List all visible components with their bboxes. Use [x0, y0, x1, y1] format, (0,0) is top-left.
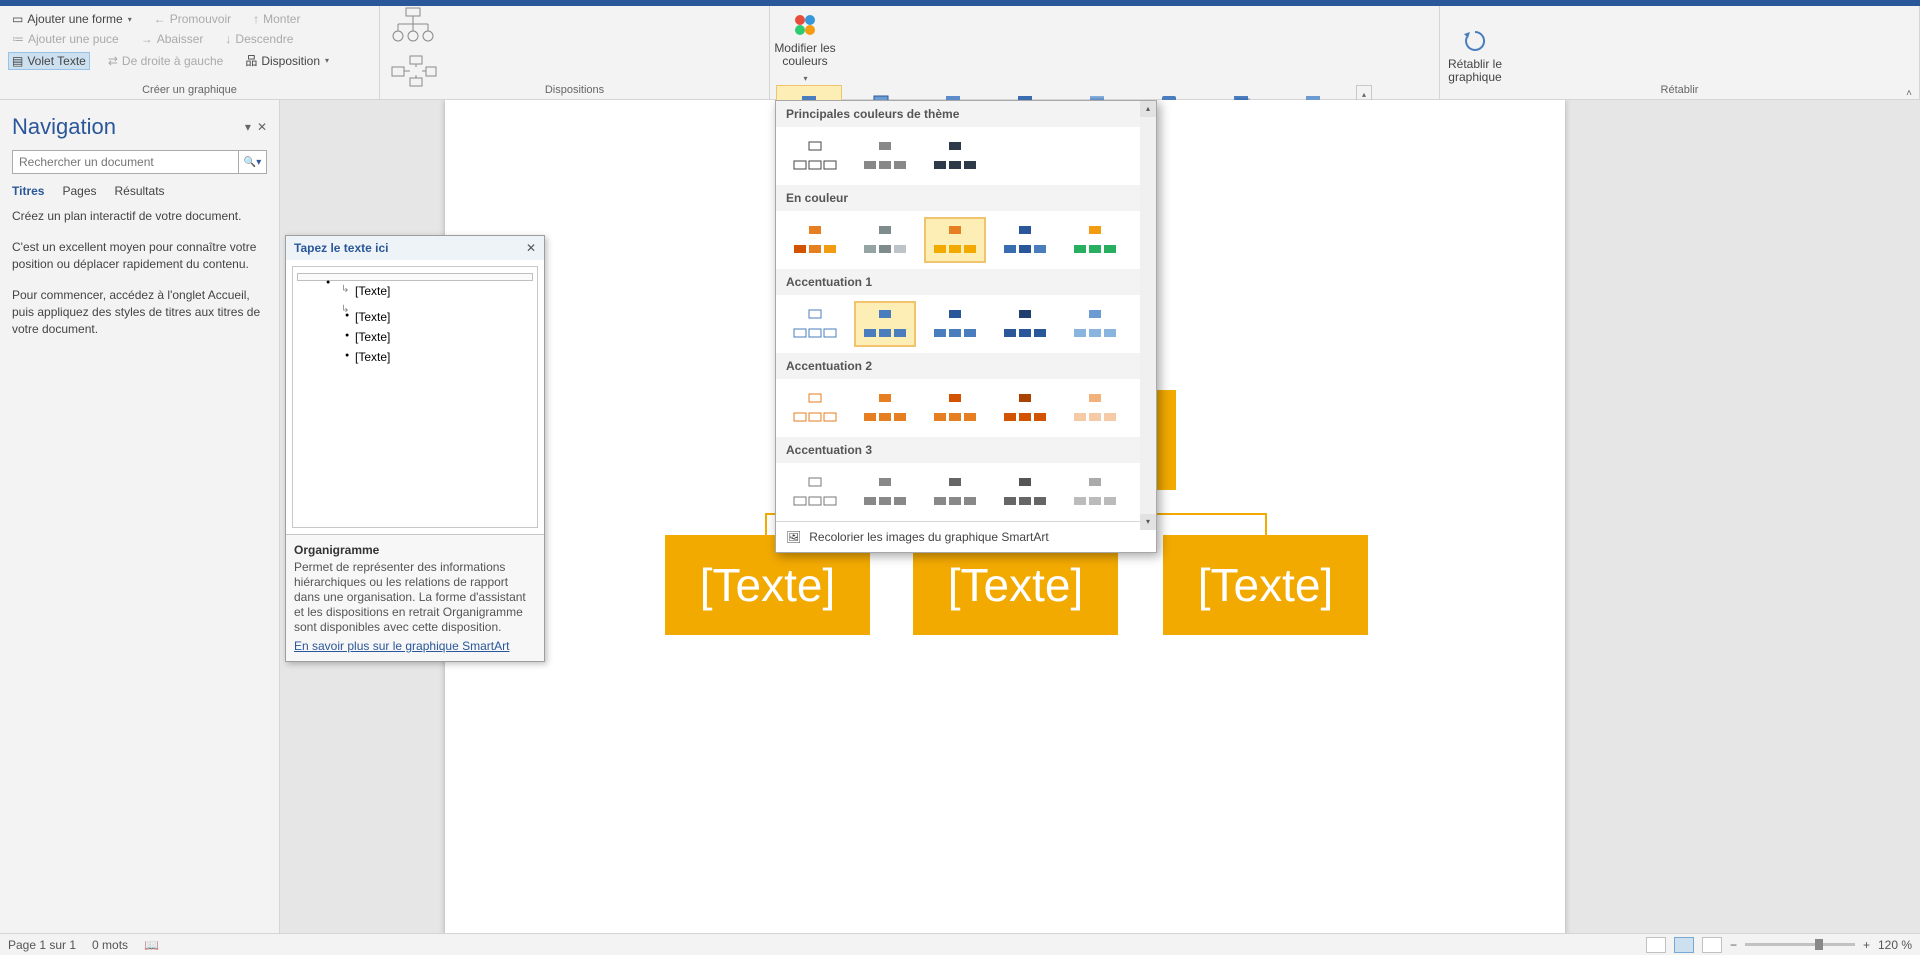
list-item[interactable]: [Texte] [297, 347, 533, 367]
tab-titles[interactable]: Titres [12, 184, 44, 198]
promote-button[interactable]: ←Promouvoir [150, 10, 235, 28]
color-option[interactable] [784, 133, 846, 179]
ribbon-group-reset: Rétablir le graphique Rétablir [1440, 6, 1920, 99]
color-option[interactable] [1064, 301, 1126, 347]
color-option[interactable] [854, 133, 916, 179]
text-pane-title: Tapez le texte ici [294, 241, 388, 255]
color-option[interactable] [1064, 217, 1126, 263]
text-pane-info: Organigramme Permet de représenter des i… [286, 534, 544, 661]
color-option[interactable] [784, 469, 846, 515]
palette-icon [792, 12, 818, 38]
status-page[interactable]: Page 1 sur 1 [8, 938, 76, 952]
search-icon[interactable]: 🔍▾ [238, 151, 266, 173]
ribbon-group-create: ▭Ajouter une forme▾ ←Promouvoir ↑Monter … [0, 6, 380, 99]
list-item[interactable] [297, 273, 533, 281]
color-option[interactable] [924, 133, 986, 179]
layout-option[interactable] [380, 5, 445, 47]
nav-tabs: Titres Pages Résultats [12, 184, 267, 198]
move-down-button[interactable]: ↓Descendre [221, 30, 297, 48]
color-option-hover[interactable] [854, 301, 916, 347]
add-bullet-button[interactable]: ≔Ajouter une puce [8, 30, 123, 48]
view-web-layout[interactable] [1702, 937, 1722, 953]
move-up-button[interactable]: ↑Monter [249, 10, 304, 28]
rtl-button[interactable]: ⇄De droite à gauche [104, 52, 227, 70]
color-option[interactable] [994, 217, 1056, 263]
color-option[interactable] [854, 469, 916, 515]
section-header: Principales couleurs de thème [776, 101, 1156, 127]
add-shape-button[interactable]: ▭Ajouter une forme▾ [8, 10, 136, 28]
demote-button[interactable]: →Abaisser [137, 30, 208, 48]
color-option[interactable] [854, 385, 916, 431]
ribbon-collapse-icon[interactable]: ˄ [1906, 88, 1912, 99]
search-input[interactable] [13, 151, 238, 173]
image-icon: 🖼 [786, 530, 801, 544]
ribbon-group-layouts: ▴▾▾ Dispositions [380, 6, 770, 99]
ribbon-group-styles: Modifier les couleurs▾ ▴▾▾ [770, 6, 1440, 99]
text-pane-close-icon[interactable]: ✕ [526, 241, 536, 255]
color-option[interactable] [784, 385, 846, 431]
layout-button[interactable]: 品Disposition▾ [241, 50, 333, 71]
color-option[interactable] [924, 469, 986, 515]
color-option[interactable] [994, 385, 1056, 431]
color-option[interactable] [994, 469, 1056, 515]
nav-close-icon[interactable]: ✕ [257, 120, 267, 134]
section-header: Accentuation 3 [776, 437, 1156, 463]
smartart-learn-more-link[interactable]: En savoir plus sur le graphique SmartArt [294, 639, 509, 653]
zoom-out-icon[interactable]: − [1730, 938, 1737, 952]
org-node-child[interactable]: [Texte] [1163, 535, 1368, 635]
nav-body: Créez un plan interactif de votre docume… [12, 208, 267, 338]
color-option[interactable] [1064, 469, 1126, 515]
tab-results[interactable]: Résultats [115, 184, 165, 198]
layout-option[interactable] [380, 0, 445, 1]
section-header: En couleur [776, 185, 1156, 211]
color-option[interactable] [784, 217, 846, 263]
color-option[interactable] [924, 301, 986, 347]
section-header: Accentuation 2 [776, 353, 1156, 379]
color-option[interactable] [854, 217, 916, 263]
color-dropdown: ▴▾ Principales couleurs de thème En coul… [775, 100, 1157, 553]
recolor-images-item[interactable]: 🖼 Recolorier les images du graphique Sma… [776, 521, 1156, 552]
zoom-level[interactable]: 120 % [1878, 938, 1912, 952]
zoom-in-icon[interactable]: + [1863, 938, 1870, 952]
text-pane: Tapez le texte ici ✕ [Texte] [Texte] [Te… [285, 235, 545, 662]
view-print-layout[interactable] [1674, 937, 1694, 953]
ribbon: ▭Ajouter une forme▾ ←Promouvoir ↑Monter … [0, 6, 1920, 100]
status-words[interactable]: 0 mots [92, 938, 128, 952]
status-bar: Page 1 sur 1 0 mots 📖 − + 120 % [0, 933, 1920, 955]
list-item[interactable]: [Texte] [297, 307, 533, 327]
text-pane-toggle[interactable]: ▤Volet Texte [8, 52, 90, 70]
list-item[interactable]: [Texte] [297, 327, 533, 347]
nav-search[interactable]: 🔍▾ [12, 150, 267, 174]
document-area[interactable]: [Texte] [Texte] [Texte] [Texte] Tapez le… [280, 100, 1920, 933]
status-proof-icon[interactable]: 📖 [144, 938, 159, 952]
section-header: Accentuation 1 [776, 269, 1156, 295]
tab-pages[interactable]: Pages [62, 184, 96, 198]
workspace: Navigation ▾ ✕ 🔍▾ Titres Pages Résultats… [0, 100, 1920, 933]
color-option[interactable] [1064, 385, 1126, 431]
view-read-mode[interactable] [1646, 937, 1666, 953]
color-option[interactable] [924, 385, 986, 431]
nav-title: Navigation [12, 114, 116, 140]
color-option[interactable] [784, 301, 846, 347]
change-colors-button[interactable]: Modifier les couleurs▾ [770, 12, 840, 85]
text-pane-list[interactable]: [Texte] [Texte] [Texte] [Texte] [292, 266, 538, 528]
group-label-create: Créer un graphique [0, 84, 379, 96]
reset-icon [1462, 28, 1488, 54]
group-label-reset: Rétablir [1440, 84, 1919, 96]
nav-menu-icon[interactable]: ▾ [245, 120, 251, 134]
list-item[interactable]: [Texte] [297, 281, 533, 301]
zoom-slider[interactable] [1745, 943, 1855, 946]
dropdown-scrollbar[interactable]: ▴▾ [1140, 101, 1156, 530]
color-option[interactable] [994, 301, 1056, 347]
color-option-selected[interactable] [924, 217, 986, 263]
group-label-layouts: Dispositions [380, 84, 769, 96]
navigation-pane: Navigation ▾ ✕ 🔍▾ Titres Pages Résultats… [0, 100, 280, 933]
